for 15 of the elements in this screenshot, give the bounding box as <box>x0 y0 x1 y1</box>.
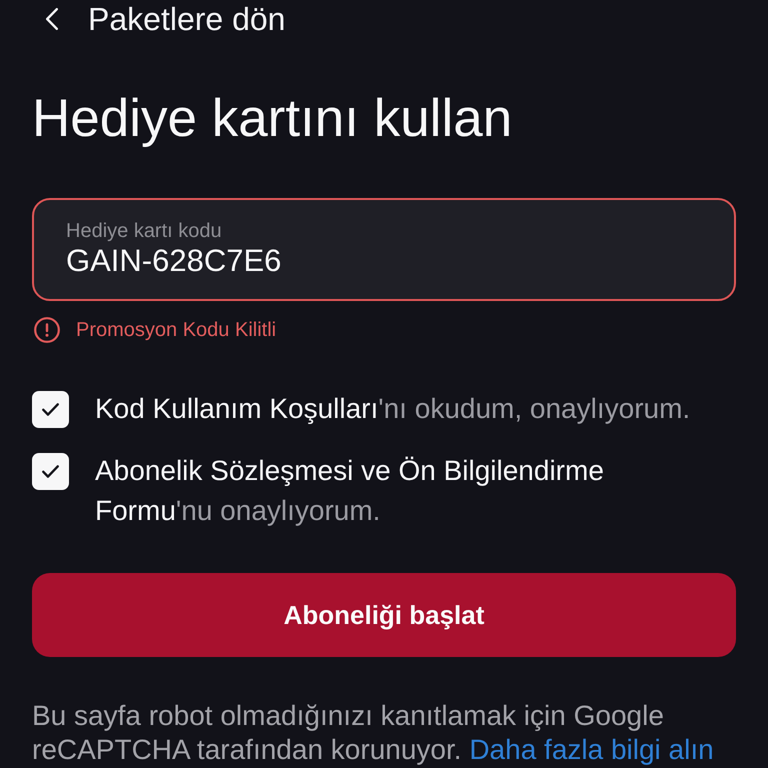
chevron-left-icon <box>46 8 58 30</box>
exclamation-circle-icon <box>34 317 60 343</box>
start-subscription-button[interactable]: Aboneliği başlat <box>32 573 736 657</box>
checkmark-icon <box>42 465 59 478</box>
gift-code-field[interactable]: Hediye kartı kodu GAIN-628C7E6 <box>32 198 736 301</box>
checkbox[interactable] <box>32 391 69 428</box>
learn-more-link[interactable]: Daha fazla bilgi alın <box>469 734 714 765</box>
checkbox[interactable] <box>32 453 69 490</box>
back-link[interactable]: Paketlere dön <box>32 0 286 38</box>
consent-text: Abonelik Sözleşmesi ve Ön Bilgilendirme Formu'nu onaylıyorum. <box>95 454 605 528</box>
checkmark-icon <box>42 403 59 416</box>
consent-text: Kod Kullanım Koşulları'nı okudum, onaylıyorum. <box>95 392 690 426</box>
recaptcha-notice: Bu sayfa robot olmadığınızı kanıtlamak için Google reCAPTCHA tarafından korunuyor. Daha fazla bilgi alın <box>32 699 715 767</box>
page-title: Hediye kartını kullan <box>32 88 514 150</box>
error-message: Promosyon Kodu Kilitli <box>76 318 276 343</box>
